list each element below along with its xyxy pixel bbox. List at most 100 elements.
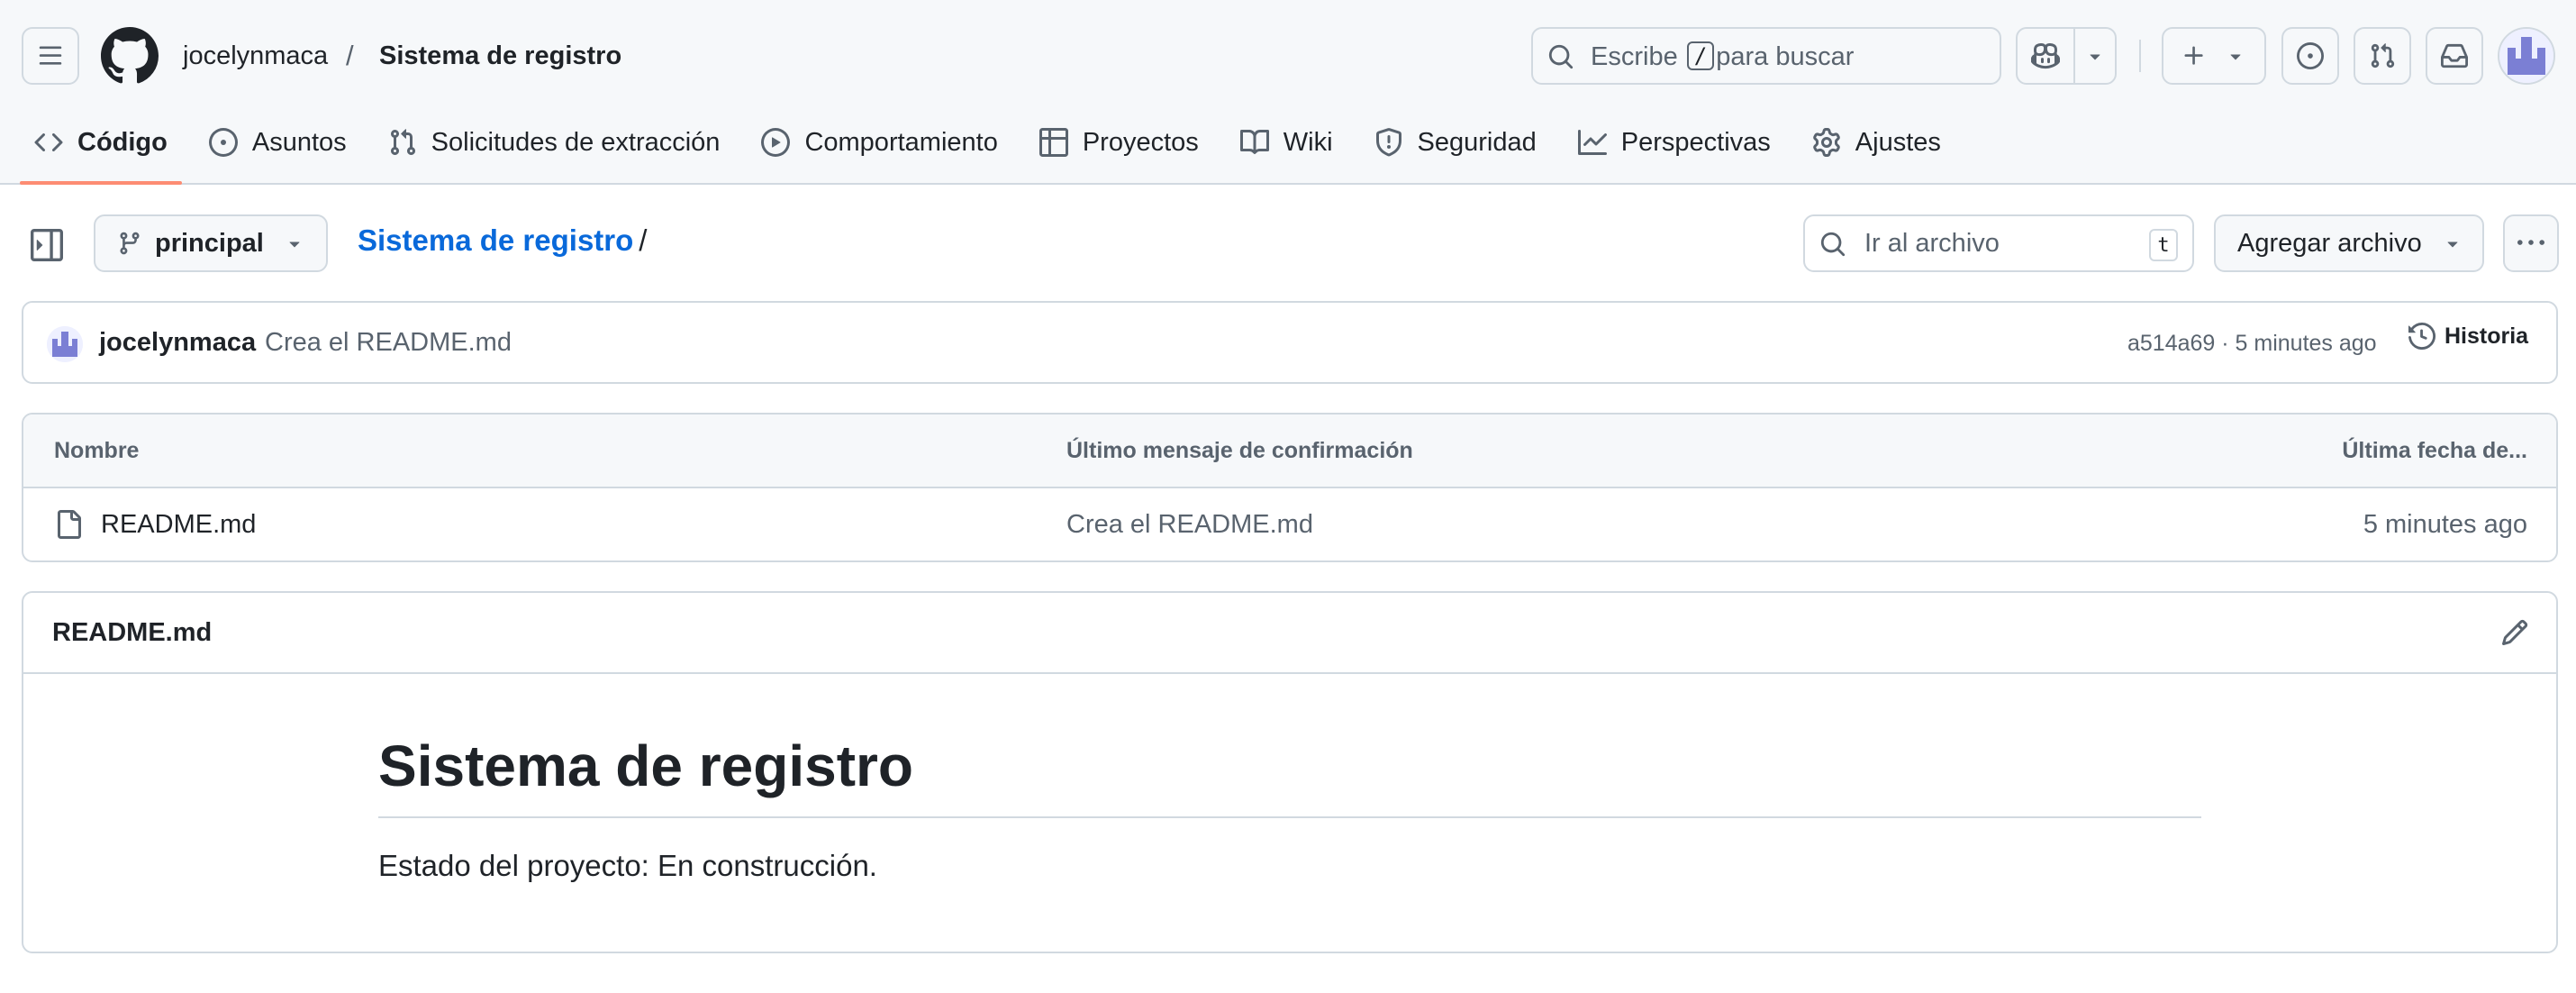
readme-paragraph: Estado del proyecto: En construcción. — [378, 849, 877, 882]
history-label: Historia — [2444, 323, 2529, 349]
triangle-down-icon — [289, 241, 300, 248]
go-to-file-input[interactable]: Ir al archivo t — [1803, 214, 2194, 272]
branch-selector[interactable]: principal — [94, 214, 328, 272]
issue-opened-icon — [2297, 42, 2324, 69]
pull-request-icon — [2371, 43, 2395, 68]
table-icon — [1039, 128, 1068, 157]
book-icon — [1239, 129, 1269, 154]
table-header: Nombre Último mensaje de confirmación Úl… — [23, 415, 2556, 488]
kebab-horizontal-icon — [2517, 240, 2544, 245]
create-new-button[interactable] — [2162, 27, 2266, 85]
repo-nav-tabs: Código Asuntos Solicitudes de extracción… — [20, 117, 1968, 185]
sidebar-expand-icon — [31, 229, 63, 261]
tab-security[interactable]: Seguridad — [1360, 117, 1551, 168]
inbox-icon — [2441, 43, 2468, 68]
commit-meta[interactable]: a514a69 · 5 minutes ago — [2127, 331, 2377, 357]
triangle-down-icon — [2447, 241, 2458, 248]
tab-actions[interactable]: Comportamiento — [747, 117, 1011, 168]
file-commit-message[interactable]: Crea el README.md — [1066, 510, 1313, 540]
go-to-file-placeholder: Ir al archivo — [1864, 229, 2000, 258]
plus-icon — [2184, 46, 2203, 65]
tab-settings[interactable]: Ajustes — [1798, 117, 1955, 168]
hamburger-icon — [39, 46, 62, 65]
file-icon — [58, 510, 81, 539]
breadcrumb-repo[interactable]: Sistema de registro — [379, 38, 621, 74]
menu-button[interactable] — [22, 27, 79, 85]
add-file-label: Agregar archivo — [2237, 228, 2422, 258]
breadcrumb-separator: / — [346, 40, 354, 71]
tab-label: Wiki — [1283, 127, 1333, 157]
copilot-dropdown-button[interactable] — [2075, 29, 2115, 83]
tab-projects[interactable]: Proyectos — [1025, 117, 1213, 168]
add-file-button[interactable]: Agregar archivo — [2214, 214, 2484, 272]
triangle-down-icon — [2090, 54, 2100, 60]
tab-label: Asuntos — [251, 127, 347, 157]
readme-file-title[interactable]: README.md — [52, 618, 212, 648]
search-input[interactable]: Escribe / para buscar — [1531, 27, 2001, 85]
pencil-icon — [2501, 619, 2528, 646]
file-name-link[interactable]: README.md — [101, 510, 256, 540]
column-header-name: Nombre — [54, 438, 140, 463]
commit-author[interactable]: jocelynmaca — [99, 328, 256, 358]
tab-label: Ajustes — [1855, 127, 1941, 157]
graph-icon — [1577, 130, 1607, 155]
search-suffix: para buscar — [1716, 42, 1855, 71]
inbox-button[interactable] — [2426, 27, 2483, 85]
tab-insights[interactable]: Perspectivas — [1564, 117, 1785, 168]
github-logo-icon[interactable] — [101, 27, 159, 85]
tab-code[interactable]: Código — [20, 117, 182, 185]
play-icon — [761, 128, 791, 157]
user-avatar[interactable] — [2498, 27, 2555, 85]
table-row[interactable]: README.md Crea el README.md 5 minutes ag… — [23, 488, 2556, 560]
readme-heading: Sistema de registro — [378, 730, 2201, 818]
path-repo-link[interactable]: Sistema de registro — [358, 223, 633, 257]
global-header: jocelynmaca / Sistema de registro Escrib… — [0, 0, 2576, 185]
file-commit-date: 5 minutes ago — [2363, 510, 2527, 539]
identicon-avatar-icon — [47, 326, 83, 362]
search-prefix: Escribe — [1591, 42, 1678, 71]
tab-label: Solicitudes de extracción — [431, 127, 721, 157]
readme-header: README.md — [23, 593, 2556, 674]
history-button[interactable]: Historia — [2408, 323, 2528, 350]
column-header-date: Última fecha de... — [2342, 438, 2527, 463]
commit-author-avatar[interactable] — [47, 326, 83, 362]
commit-message[interactable]: Crea el README.md — [265, 328, 512, 358]
identicon-avatar-icon — [2499, 29, 2553, 83]
readme-content: Sistema de registro Estado del proyecto:… — [378, 730, 2201, 883]
tab-label: Comportamiento — [804, 127, 998, 157]
branch-name: principal — [155, 228, 264, 258]
history-icon — [2408, 323, 2435, 350]
tab-issues[interactable]: Asuntos — [195, 117, 361, 168]
edit-readme-button[interactable] — [2500, 618, 2529, 647]
git-branch-icon — [120, 232, 140, 255]
pull-request-icon — [390, 129, 415, 156]
copilot-icon — [2031, 42, 2060, 69]
search-icon — [1548, 44, 1574, 69]
gear-icon — [1812, 128, 1840, 157]
tab-wiki[interactable]: Wiki — [1226, 117, 1347, 168]
go-to-file-shortcut: t — [2149, 229, 2178, 261]
search-shortcut-key: / — [1686, 41, 1715, 70]
tab-label: Proyectos — [1082, 127, 1199, 157]
search-placeholder: Escribe / para buscar — [1591, 41, 1854, 72]
issues-button[interactable] — [2281, 27, 2339, 85]
code-icon — [34, 132, 63, 152]
copilot-button-group — [2016, 27, 2117, 85]
copilot-button[interactable] — [2018, 29, 2075, 83]
issue-icon — [208, 128, 238, 157]
tab-label: Perspectivas — [1620, 127, 1771, 157]
readme-panel: README.md Sistema de registro Estado del… — [22, 591, 2558, 953]
triangle-down-icon — [2230, 54, 2241, 60]
tab-label: Seguridad — [1417, 127, 1537, 157]
expand-file-tree-button[interactable] — [31, 229, 63, 261]
column-header-message: Último mensaje de confirmación — [1066, 438, 1413, 463]
pull-requests-button[interactable] — [2354, 27, 2411, 85]
more-options-button[interactable] — [2503, 214, 2559, 272]
search-icon — [1820, 232, 1846, 257]
top-bar: jocelynmaca / Sistema de registro Escrib… — [0, 0, 2576, 113]
tab-label: Código — [77, 127, 168, 157]
file-path-breadcrumb: Sistema de registro / — [358, 223, 647, 258]
tab-pull-requests[interactable]: Solicitudes de extracción — [374, 117, 735, 168]
header-divider — [2139, 40, 2141, 72]
breadcrumb-owner[interactable]: jocelynmaca — [183, 38, 328, 74]
